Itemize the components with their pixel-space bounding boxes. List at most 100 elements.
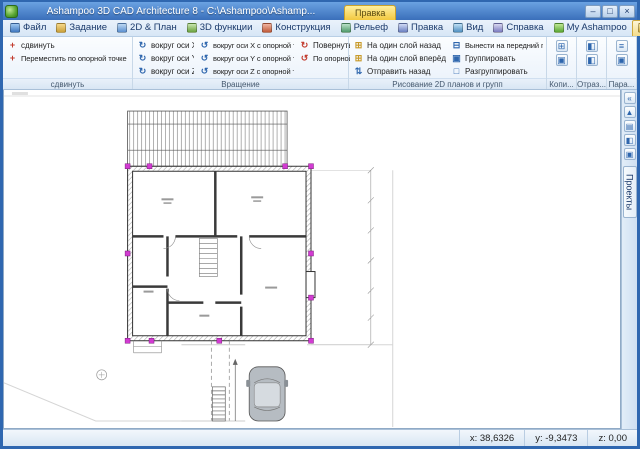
- collapse-panel-icon[interactable]: «: [624, 92, 636, 104]
- rotate-y-button[interactable]: ↻вокруг оси Y: [136, 52, 194, 65]
- copy-multi-icon[interactable]: ▣: [556, 54, 568, 66]
- grid-panel-icon[interactable]: ▣: [624, 148, 636, 160]
- ribbon-group-mirror: ◧ ◧ Отраз...: [577, 37, 607, 89]
- app-window: Ashampoo 3D CAD Architecture 8 - C:\Asha…: [3, 2, 637, 446]
- list-panel-icon[interactable]: ▤: [624, 120, 636, 132]
- drawing-canvas[interactable]: [3, 90, 621, 429]
- ribbon-tab-row: Файл Задание 2D & План 3D функции Констр…: [3, 20, 637, 37]
- mirror-axis-icon[interactable]: ◧: [586, 54, 598, 66]
- ribbon-group-move: +сдвинуть +Переместить по опорной точке …: [3, 37, 133, 89]
- rotate-x-reference-button[interactable]: ↺вокруг оси X с опорной точкой: [198, 39, 294, 52]
- tab-file[interactable]: Файл: [5, 20, 51, 36]
- mirror-icon[interactable]: ◧: [586, 40, 598, 52]
- rotate-x-reference-icon: ↺: [199, 40, 210, 51]
- rotate-y-reference-icon: ↺: [199, 53, 210, 64]
- exterior-stairs: [181, 341, 245, 421]
- copy-icon[interactable]: ⊞: [556, 40, 568, 52]
- group-label-rotation: Вращение: [133, 78, 348, 89]
- selection-handles[interactable]: [125, 164, 313, 344]
- grid-icon[interactable]: ▣: [616, 54, 628, 66]
- rotate-z-reference-button[interactable]: ↺вокруг оси Z с опорной точкой: [198, 65, 294, 78]
- tab-terrain[interactable]: Рельеф: [336, 20, 393, 36]
- minimize-button[interactable]: –: [585, 5, 601, 18]
- rotate-z-button[interactable]: ↻вокруг оси Z: [136, 65, 194, 78]
- button-label: вокруг оси Y: [151, 54, 194, 63]
- move-button[interactable]: +сдвинуть: [6, 39, 128, 52]
- stairs: [199, 238, 217, 276]
- sheet-guides: [4, 92, 620, 427]
- interior-walls: [133, 171, 306, 353]
- tab-building[interactable]: Задание: [51, 20, 112, 36]
- rotate-y-icon: ↻: [137, 53, 148, 64]
- group-label-mirror: Отраз...: [577, 78, 606, 89]
- group-icon: ▣: [451, 53, 462, 64]
- ribbon-group-parameters: ≡ ▣ Пара...: [607, 37, 637, 89]
- button-label: вокруг оси Z: [151, 67, 194, 76]
- layer-back-button[interactable]: ⊞На один слой назад: [352, 39, 446, 52]
- parameters-icon[interactable]: ≡: [616, 40, 628, 52]
- porch-steps: [134, 341, 162, 353]
- ungroup-icon: □: [451, 66, 462, 77]
- rotate-by-reference-button[interactable]: ↺По опорной точке: [298, 52, 350, 65]
- tab-construction[interactable]: Конструкция: [257, 20, 335, 36]
- tab-2d-plan[interactable]: 2D & План: [112, 20, 182, 36]
- view-icon: [453, 23, 463, 33]
- dimension-line: [311, 167, 374, 348]
- rotate-free-button[interactable]: ↻Повернуть: [298, 39, 350, 52]
- move-by-reference-button[interactable]: +Переместить по опорной точке <r>: [6, 52, 128, 65]
- rotate-z-reference-icon: ↺: [199, 66, 210, 77]
- scroll-up-icon[interactable]: ▲: [624, 106, 636, 118]
- rotate-x-button[interactable]: ↻вокруг оси X: [136, 39, 194, 52]
- group-label-parameters: Пара...: [607, 78, 636, 89]
- tab-view[interactable]: Вид: [448, 20, 488, 36]
- tab-edit[interactable]: Правка: [393, 20, 448, 36]
- ungroup-button[interactable]: □Разгруппировать: [450, 65, 543, 78]
- move-icon: +: [7, 40, 18, 51]
- status-bar: x: 38,6326 y: -9,3473 z: 0,00: [3, 429, 637, 446]
- button-label: Вынести на передний план: [465, 41, 543, 50]
- bring-front-icon: ⊟: [451, 40, 462, 51]
- ribbon: +сдвинуть +Переместить по опорной точке …: [3, 37, 637, 90]
- tab-label: Рельеф: [354, 22, 388, 33]
- cube-icon: [187, 23, 197, 33]
- window-title: Ashampoo 3D CAD Architecture 8 - C:\Asha…: [21, 6, 341, 17]
- terrain-icon: [341, 23, 351, 33]
- button-label: вокруг оси X с опорной точкой: [213, 41, 294, 50]
- tab-label: Правка: [411, 22, 443, 33]
- rotate-y-reference-button[interactable]: ↺вокруг оси Y с опорной точкой: [198, 52, 294, 65]
- move-reference-icon: +: [7, 53, 18, 64]
- bring-front-button[interactable]: ⊟Вынести на передний план: [450, 39, 543, 52]
- rotate-z-icon: ↻: [137, 66, 148, 77]
- split-panel-icon[interactable]: ◧: [624, 134, 636, 146]
- car: [246, 367, 288, 421]
- rotate-by-reference-icon: ↺: [299, 53, 310, 64]
- rotate-x-icon: ↻: [137, 40, 148, 51]
- tab-3d-functions[interactable]: 3D функции: [182, 20, 258, 36]
- layer-forward-button[interactable]: ⊞На один слой вперёд: [352, 52, 446, 65]
- group-button[interactable]: ▣Группировать: [450, 52, 543, 65]
- layer-forward-icon: ⊞: [353, 53, 364, 64]
- tab-label: Вид: [466, 22, 483, 33]
- ribbon-group-rotation: ↻вокруг оси X ↻вокруг оси Y ↻вокруг оси …: [133, 37, 349, 89]
- tab-label: 2D & План: [130, 22, 177, 33]
- ribbon-group-drawing: ⊞На один слой назад ⊞На один слой вперёд…: [349, 37, 547, 89]
- contextual-tab-header[interactable]: Правка: [344, 5, 396, 20]
- projects-panel-tab[interactable]: Проекты: [623, 166, 637, 218]
- tab-selection-active[interactable]: Выделение: [632, 20, 640, 36]
- tab-help[interactable]: Справка: [488, 20, 548, 36]
- status-z: z: 0,00: [587, 430, 637, 446]
- tab-label: Конструкция: [275, 22, 330, 33]
- ashampoo-icon: [554, 23, 564, 33]
- button-label: вокруг оси Y с опорной точкой: [213, 54, 294, 63]
- tab-my-ashampoo[interactable]: My Ashampoo: [549, 20, 632, 36]
- maximize-button[interactable]: □: [602, 5, 618, 18]
- group-label-copy: Копи...: [547, 78, 576, 89]
- button-label: Отправить назад: [367, 67, 430, 76]
- tab-label: Справка: [506, 22, 543, 33]
- status-x: x: 38,6326: [459, 430, 524, 446]
- tab-label: Файл: [23, 22, 46, 33]
- send-back-button[interactable]: ⇅Отправить назад: [352, 65, 446, 78]
- button-label: вокруг оси Z с опорной точкой: [213, 67, 294, 76]
- button-label: На один слой назад: [367, 41, 441, 50]
- close-button[interactable]: ×: [619, 5, 635, 18]
